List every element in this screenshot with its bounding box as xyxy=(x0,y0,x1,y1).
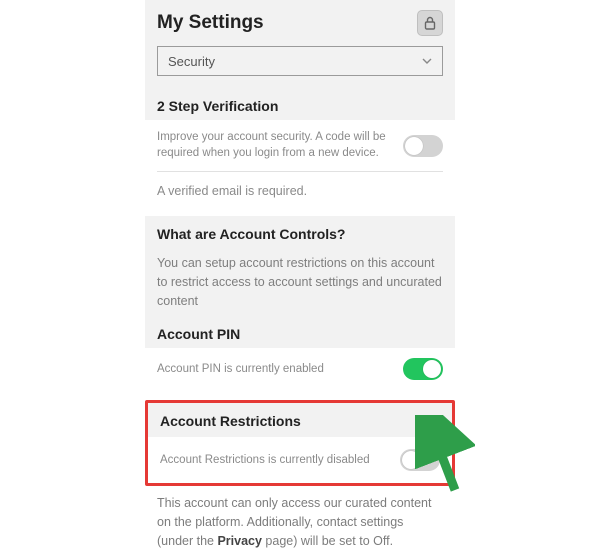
page-title: My Settings xyxy=(157,12,264,34)
restrictions-heading: Account Restrictions xyxy=(148,403,452,437)
controls-heading: What are Account Controls? xyxy=(145,216,455,248)
lock-icon xyxy=(424,16,436,30)
lock-button[interactable] xyxy=(417,10,443,36)
pin-toggle[interactable] xyxy=(403,358,443,380)
controls-desc: You can setup account restrictions on th… xyxy=(145,248,455,320)
privacy-link[interactable]: Privacy xyxy=(217,534,261,548)
category-select-label: Security xyxy=(168,54,215,69)
two-step-desc: Improve your account security. A code wi… xyxy=(157,130,391,161)
pin-status: Account PIN is currently enabled xyxy=(157,362,324,378)
settings-panel: My Settings Security 2 Step Verification… xyxy=(145,0,455,555)
category-select[interactable]: Security xyxy=(157,46,443,76)
restrictions-card: Account Restrictions is currently disabl… xyxy=(148,437,452,483)
two-step-heading: 2 Step Verification xyxy=(145,88,455,120)
restrictions-footer: This account can only access our curated… xyxy=(145,486,455,554)
restrictions-toggle[interactable] xyxy=(400,449,440,471)
verified-email-text: A verified email is required. xyxy=(157,182,443,200)
two-step-card: Improve your account security. A code wi… xyxy=(145,120,455,171)
verified-email-note: A verified email is required. xyxy=(145,172,455,210)
header-row: My Settings xyxy=(145,0,455,42)
two-step-toggle[interactable] xyxy=(403,135,443,157)
restrictions-status: Account Restrictions is currently disabl… xyxy=(160,453,370,469)
restrictions-footer-b: page) will be set to Off. xyxy=(262,534,393,548)
pin-card: Account PIN is currently enabled xyxy=(145,348,455,390)
category-select-row: Security xyxy=(145,42,455,88)
pin-heading: Account PIN xyxy=(145,320,455,348)
restrictions-highlight: Account Restrictions Account Restriction… xyxy=(145,400,455,486)
chevron-down-icon xyxy=(422,58,432,64)
